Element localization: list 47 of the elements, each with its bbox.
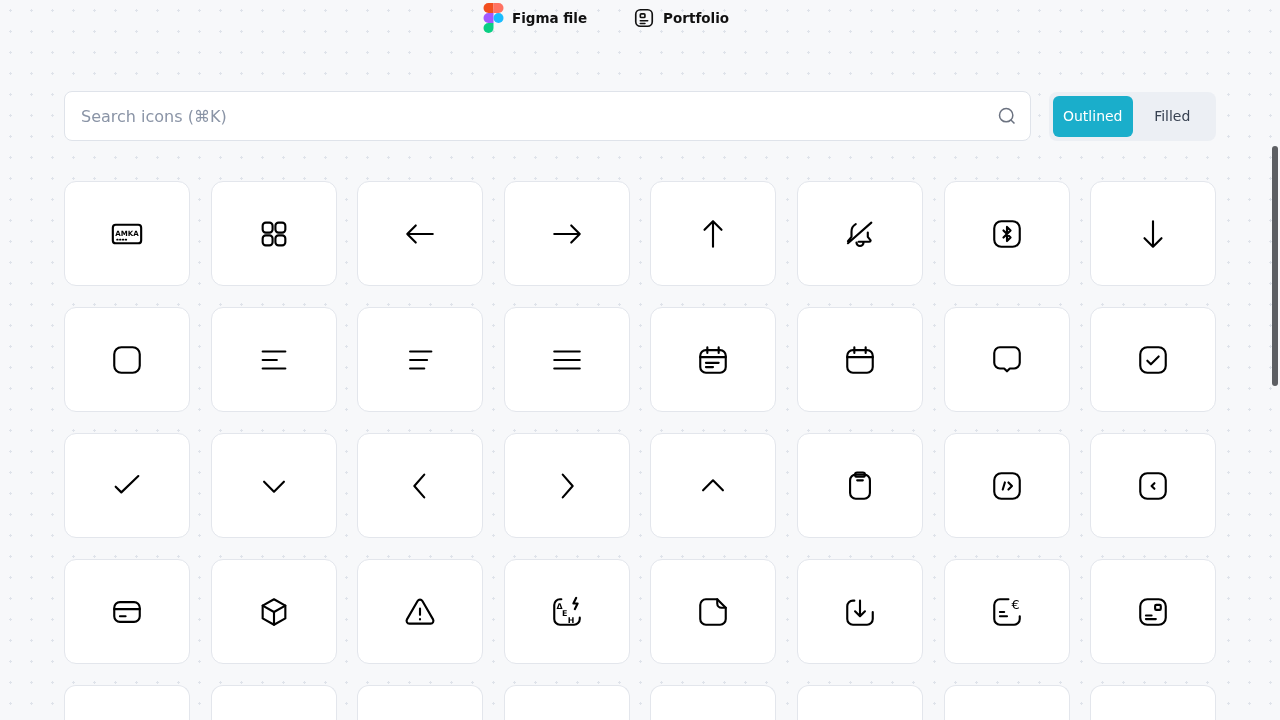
icon-tile[interactable] bbox=[1090, 685, 1217, 720]
style-tab[interactable]: Filled bbox=[1132, 95, 1212, 137]
icon-tile[interactable] bbox=[796, 559, 923, 664]
icon-tile[interactable] bbox=[943, 433, 1070, 538]
icon-tile[interactable] bbox=[64, 559, 190, 664]
icon-tile[interactable] bbox=[650, 685, 777, 720]
icon-tile[interactable] bbox=[943, 685, 1070, 720]
icon-tile[interactable] bbox=[796, 181, 923, 286]
icon-tile[interactable] bbox=[796, 307, 923, 412]
icon-tile[interactable] bbox=[210, 433, 337, 538]
scrollbar-thumb[interactable] bbox=[1272, 146, 1278, 386]
icon-tile[interactable] bbox=[943, 181, 1070, 286]
search-icon bbox=[997, 106, 1017, 126]
icon-tile[interactable] bbox=[357, 433, 484, 538]
icon-tile[interactable] bbox=[210, 559, 337, 664]
icon-tile[interactable] bbox=[357, 181, 484, 286]
icon-tile[interactable] bbox=[650, 559, 777, 664]
icon-tile[interactable] bbox=[503, 307, 630, 412]
icon-tile[interactable] bbox=[64, 433, 190, 538]
icon-tile[interactable] bbox=[503, 685, 630, 720]
icon-tile[interactable] bbox=[210, 685, 337, 720]
icon-tile[interactable] bbox=[210, 307, 337, 412]
icon-tile[interactable] bbox=[650, 433, 777, 538]
icon-tile[interactable] bbox=[357, 559, 484, 664]
profile-card-icon bbox=[633, 7, 656, 29]
icon-tile[interactable] bbox=[650, 307, 777, 412]
icon-tile[interactable] bbox=[503, 433, 630, 538]
icon-tile[interactable] bbox=[1090, 433, 1217, 538]
header-link[interactable]: Figma file bbox=[482, 3, 588, 33]
icon-tile[interactable] bbox=[64, 307, 190, 412]
icon-tile[interactable] bbox=[943, 307, 1070, 412]
icon-tile[interactable]: € bbox=[943, 559, 1070, 664]
icon-tile[interactable] bbox=[357, 307, 484, 412]
icon-tile[interactable] bbox=[64, 685, 190, 720]
icon-tile[interactable] bbox=[1090, 559, 1217, 664]
figma-logo bbox=[482, 3, 504, 33]
icon-tile[interactable] bbox=[796, 433, 923, 538]
header-link[interactable]: Portfolio bbox=[633, 7, 730, 29]
icon-tile[interactable] bbox=[1090, 181, 1217, 286]
search-field[interactable]: Search icons (⌘K) bbox=[64, 91, 1031, 141]
icon-tile[interactable] bbox=[1090, 307, 1217, 412]
icon-tile[interactable] bbox=[503, 181, 630, 286]
icon-tile[interactable] bbox=[357, 685, 484, 720]
icon-tile[interactable] bbox=[650, 181, 777, 286]
icon-tile[interactable] bbox=[796, 685, 923, 720]
icon-tile[interactable] bbox=[210, 181, 337, 286]
icon-tile[interactable]: Δ E H bbox=[503, 559, 630, 664]
